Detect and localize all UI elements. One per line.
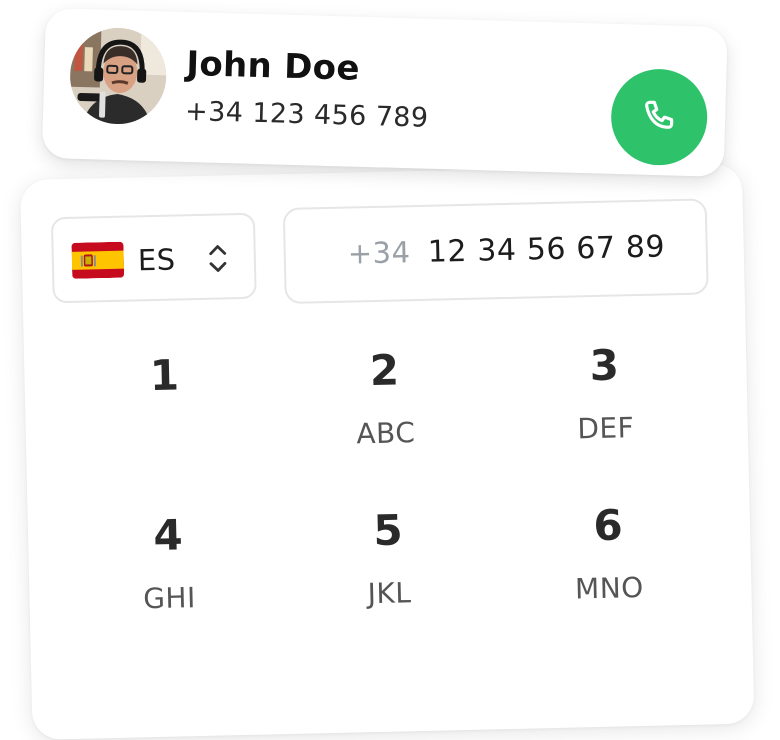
contact-card: John Doe +34 123 456 789 [41, 8, 728, 177]
country-code: ES [137, 242, 176, 278]
key-letters: MNO [574, 570, 645, 606]
call-button[interactable] [609, 67, 709, 167]
key-letters: ABC [356, 416, 416, 451]
phone-icon [645, 100, 674, 129]
key-letters: GHI [142, 581, 197, 616]
phone-number-input[interactable]: +34 12 34 56 67 89 [282, 198, 709, 305]
avatar [68, 26, 168, 126]
key-digit: 6 [592, 500, 624, 551]
country-selector[interactable]: ES [50, 212, 257, 304]
key-digit: 3 [589, 340, 620, 391]
key-digit: 2 [369, 345, 400, 396]
key-digit: 1 [149, 350, 180, 401]
key-digit: 5 [372, 505, 404, 556]
dial-number-value: 12 34 56 67 89 [427, 229, 666, 270]
key-letters: JKL [367, 576, 412, 611]
keypad-key-6[interactable]: 6 MNO [517, 485, 700, 639]
keypad-key-3[interactable]: 3 DEF [514, 325, 697, 479]
chevron-up-down-icon [209, 245, 227, 272]
dialer-panel: ES +34 12 34 56 67 89 1 2 ABC 3 DEF 4 GH… [20, 163, 755, 740]
keypad-key-2[interactable]: 2 ABC [294, 330, 477, 484]
keypad-key-4[interactable]: 4 GHI [77, 495, 260, 649]
contact-name: John Doe [185, 43, 361, 89]
keypad-key-1[interactable]: 1 [74, 335, 257, 489]
key-letters: DEF [576, 411, 635, 446]
dial-prefix: +34 [347, 235, 411, 271]
key-letters [76, 420, 256, 424]
person-with-headphones-avatar [68, 26, 168, 126]
spain-flag-icon [71, 241, 125, 279]
keypad-key-5[interactable]: 5 JKL [297, 490, 480, 644]
key-digit: 4 [152, 510, 184, 561]
contact-phone: +34 123 456 789 [184, 95, 429, 134]
